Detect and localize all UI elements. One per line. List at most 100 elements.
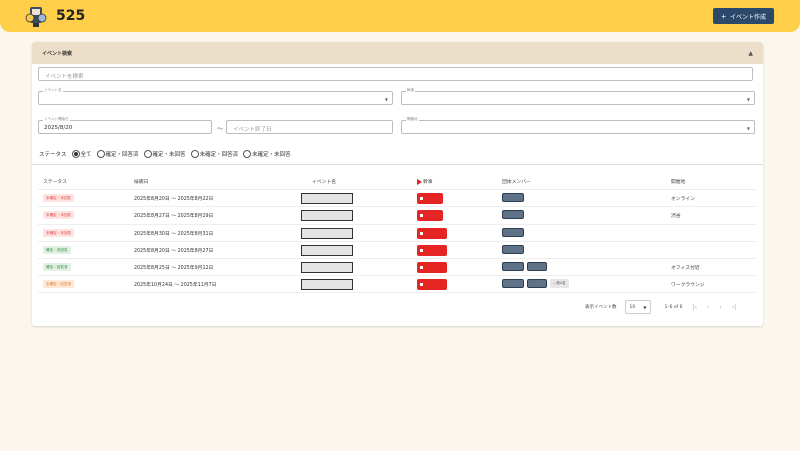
event-name-redacted[interactable] (301, 244, 353, 256)
flag-icon (420, 265, 423, 269)
dropdown-arrow-icon: ▼ (643, 305, 647, 310)
start-date-input[interactable]: イベント開始日 2025/8/20 (38, 117, 212, 134)
keyword-search-input[interactable]: イベントを検索 (38, 67, 753, 81)
app-logo-icon[interactable] (24, 4, 48, 28)
dropdown-arrow-icon: ▼ (384, 97, 388, 102)
member-chip[interactable] (502, 210, 524, 220)
event-name-select[interactable]: イベント名 ▼ (38, 88, 393, 105)
status-radio-unconfirmed-unanswered[interactable]: 未確定・未回答 (243, 150, 291, 158)
date-range-separator: 〜 (217, 126, 224, 133)
table-row[interactable]: 未確定・未回答 2025年8月30日 〜 2025年8月31日 (38, 225, 756, 242)
keyword-search-placeholder: イベントを検索 (45, 74, 84, 80)
organizer-chip[interactable] (417, 261, 447, 273)
member-chip[interactable] (502, 193, 524, 203)
event-name-redacted[interactable] (301, 279, 353, 291)
event-dates: 2025年10月24日 〜 2025年11月7日 (134, 283, 217, 289)
column-header-organizer[interactable]: 幹事 (417, 178, 433, 185)
event-venue: オンライン (671, 197, 695, 203)
radio-icon (143, 150, 152, 158)
organizer-select[interactable]: 幹事 ▼ (401, 88, 755, 105)
app-title: 525 (56, 8, 86, 24)
status-option-label: 全て (80, 152, 92, 158)
event-name-redacted[interactable] (301, 261, 353, 273)
status-option-label: 未確定・回答済 (199, 152, 239, 158)
chevron-up-icon[interactable]: ▲ (748, 50, 753, 57)
member-chip[interactable] (527, 261, 547, 271)
status-radio-unconfirmed-answered[interactable]: 未確定・回答済 (190, 150, 239, 158)
radio-icon (190, 150, 199, 158)
plus-icon: + (721, 11, 726, 21)
status-badge: 未確定・未回答 (43, 228, 75, 237)
status-badge: 未確定・未回答 (43, 211, 75, 220)
status-radio-confirmed-unanswered[interactable]: 確定・未回答 (143, 150, 186, 158)
table-row[interactable]: 未確定・回答済 2025年10月24日 〜 2025年11月7日 ...他4名 ワーク… (38, 276, 756, 294)
organizer-chip[interactable] (417, 210, 443, 222)
status-filter: ステータス 全て 確定・回答済 確定・未回答 未確定・回答済 未確定・未回答 (39, 150, 291, 158)
create-event-button[interactable]: + イベント作成 (713, 8, 774, 24)
organizer-chip[interactable] (417, 244, 447, 256)
member-chip[interactable] (502, 279, 524, 289)
column-header-members[interactable]: 団体メンバー (502, 178, 531, 185)
organizer-chip[interactable] (417, 279, 447, 291)
member-chip[interactable] (527, 279, 547, 289)
status-radio-all[interactable]: 全て (71, 150, 92, 158)
search-section-header[interactable]: イベント検索 ▲ (32, 42, 763, 64)
status-radio-confirmed-answered[interactable]: 確定・回答済 (96, 150, 139, 158)
event-dates: 2025年8月20日 〜 2025年8月22日 (134, 197, 214, 203)
table-row[interactable]: 確定・未回答 2025年8月20日 〜 2025年8月27日 (38, 242, 756, 259)
section-divider (32, 164, 763, 165)
venue-label: 開催地 (406, 117, 419, 122)
organizer-chip[interactable] (417, 193, 443, 205)
event-name-redacted[interactable] (301, 210, 353, 222)
column-header-organizer-label: 幹事 (423, 180, 433, 185)
dropdown-arrow-icon: ▼ (746, 126, 750, 131)
status-option-label: 確定・回答済 (105, 152, 139, 158)
member-chip[interactable] (502, 227, 524, 237)
status-badge: 確定・回答済 (43, 262, 71, 271)
radio-icon (96, 150, 105, 158)
prev-page-icon[interactable]: ‹ (707, 304, 709, 311)
event-name-label: イベント名 (43, 88, 63, 93)
status-option-label: 未確定・未回答 (252, 152, 291, 158)
end-date-placeholder: イベント終了日 (233, 127, 272, 133)
event-dates: 2025年8月20日 〜 2025年8月27日 (134, 248, 214, 254)
organizer-label: 幹事 (406, 88, 415, 93)
table-row[interactable]: 未確定・未回答 2025年8月27日 〜 2025年8月29日 渋谷 (38, 207, 756, 225)
column-header-status[interactable]: ステータス (43, 178, 67, 185)
member-chip[interactable] (502, 261, 524, 271)
event-name-redacted[interactable] (301, 193, 353, 205)
flag-icon (420, 197, 423, 201)
column-header-venue[interactable]: 開催地 (671, 178, 685, 185)
radio-selected-icon (71, 150, 80, 158)
column-header-dates[interactable]: 候補日 (134, 178, 148, 185)
status-badge: 未確定・未回答 (43, 194, 75, 203)
rows-per-page-label: 表示イベント数 (585, 305, 617, 310)
more-members-chip[interactable]: ...他4名 (550, 279, 569, 289)
last-page-icon[interactable]: ›| (732, 304, 736, 311)
table-row[interactable]: 確定・回答済 2025年8月25日 〜 2025年9月12日 オフィス付近 (38, 259, 756, 277)
status-badge: 未確定・回答済 (43, 280, 75, 289)
radio-icon (243, 150, 252, 158)
venue-select[interactable]: 開催地 ▼ (401, 117, 755, 134)
status-filter-label: ステータス (39, 152, 67, 158)
table-row[interactable]: 未確定・未回答 2025年8月20日 〜 2025年8月22日 オンライン (38, 190, 756, 208)
event-venue: ワークラウンジ (671, 283, 705, 289)
event-dates: 2025年8月27日 〜 2025年8月29日 (134, 214, 214, 220)
rows-per-page-value: 10 (629, 305, 636, 310)
member-chip[interactable] (502, 244, 524, 254)
first-page-icon[interactable]: |‹ (693, 304, 697, 311)
next-page-icon[interactable]: › (719, 304, 721, 311)
rows-per-page-select[interactable]: 10 ▼ (624, 300, 651, 314)
event-dates: 2025年8月30日 〜 2025年8月31日 (134, 231, 214, 237)
table-body: 未確定・未回答 2025年8月20日 〜 2025年8月22日 オンライン 未確定・未… (38, 190, 756, 294)
create-event-label: イベント作成 (729, 14, 766, 21)
flag-icon (417, 178, 422, 185)
end-date-input[interactable]: イベント終了日 (226, 120, 393, 134)
event-venue: 渋谷 (671, 214, 681, 220)
column-header-event-name[interactable]: イベント名 (312, 178, 336, 185)
flag-icon (420, 248, 423, 252)
organizer-chip[interactable] (417, 227, 447, 239)
event-name-redacted[interactable] (301, 227, 353, 239)
start-date-value: 2025/8/20 (44, 125, 73, 131)
status-badge: 確定・未回答 (43, 245, 71, 254)
